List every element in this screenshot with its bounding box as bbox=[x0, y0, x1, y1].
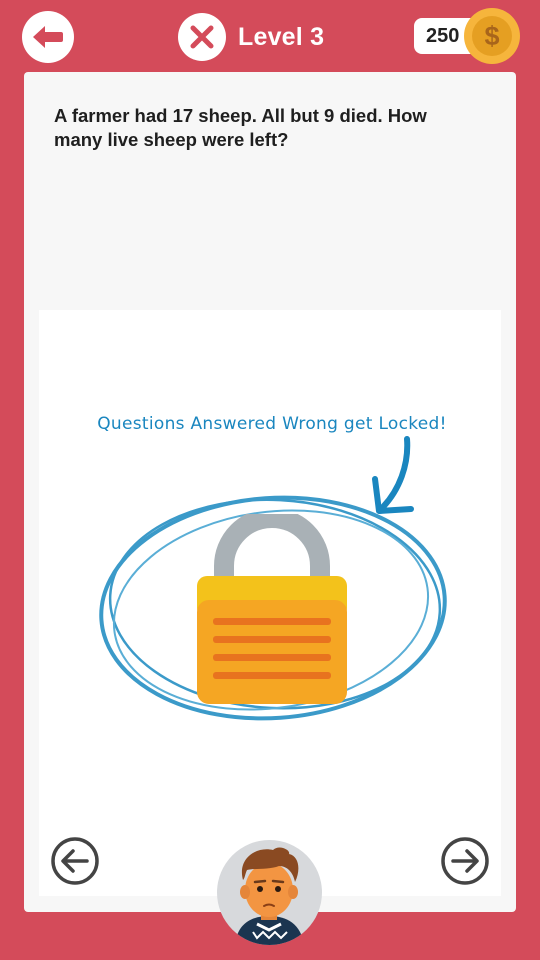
level-title: Level 3 bbox=[238, 22, 325, 51]
question-card: A farmer had 17 sheep. All but 9 died. H… bbox=[24, 72, 516, 912]
top-bar: Level 3 250 $ bbox=[0, 0, 540, 72]
back-arrow-icon bbox=[33, 26, 63, 48]
arrow-right-circle-icon bbox=[441, 837, 489, 885]
character-avatar[interactable] bbox=[217, 840, 322, 945]
locked-notice: Questions Answered Wrong get Locked! bbox=[97, 414, 447, 434]
next-question-button[interactable] bbox=[440, 836, 490, 886]
wrong-answer-badge bbox=[178, 13, 226, 61]
prev-question-button[interactable] bbox=[50, 836, 100, 886]
close-x-icon bbox=[190, 25, 214, 49]
coin-count: 250 bbox=[426, 25, 460, 47]
padlock-icon bbox=[197, 514, 347, 704]
question-text: A farmer had 17 sheep. All but 9 died. H… bbox=[54, 105, 427, 150]
answer-panel: Questions Answered Wrong get Locked! bbox=[39, 310, 501, 896]
man-avatar-icon bbox=[235, 847, 304, 945]
dollar-coin-icon[interactable]: $ bbox=[464, 8, 520, 64]
back-button[interactable] bbox=[22, 11, 74, 63]
level-indicator: Level 3 bbox=[178, 12, 324, 62]
arrow-left-circle-icon bbox=[51, 837, 99, 885]
coin-symbol: $ bbox=[472, 16, 512, 56]
